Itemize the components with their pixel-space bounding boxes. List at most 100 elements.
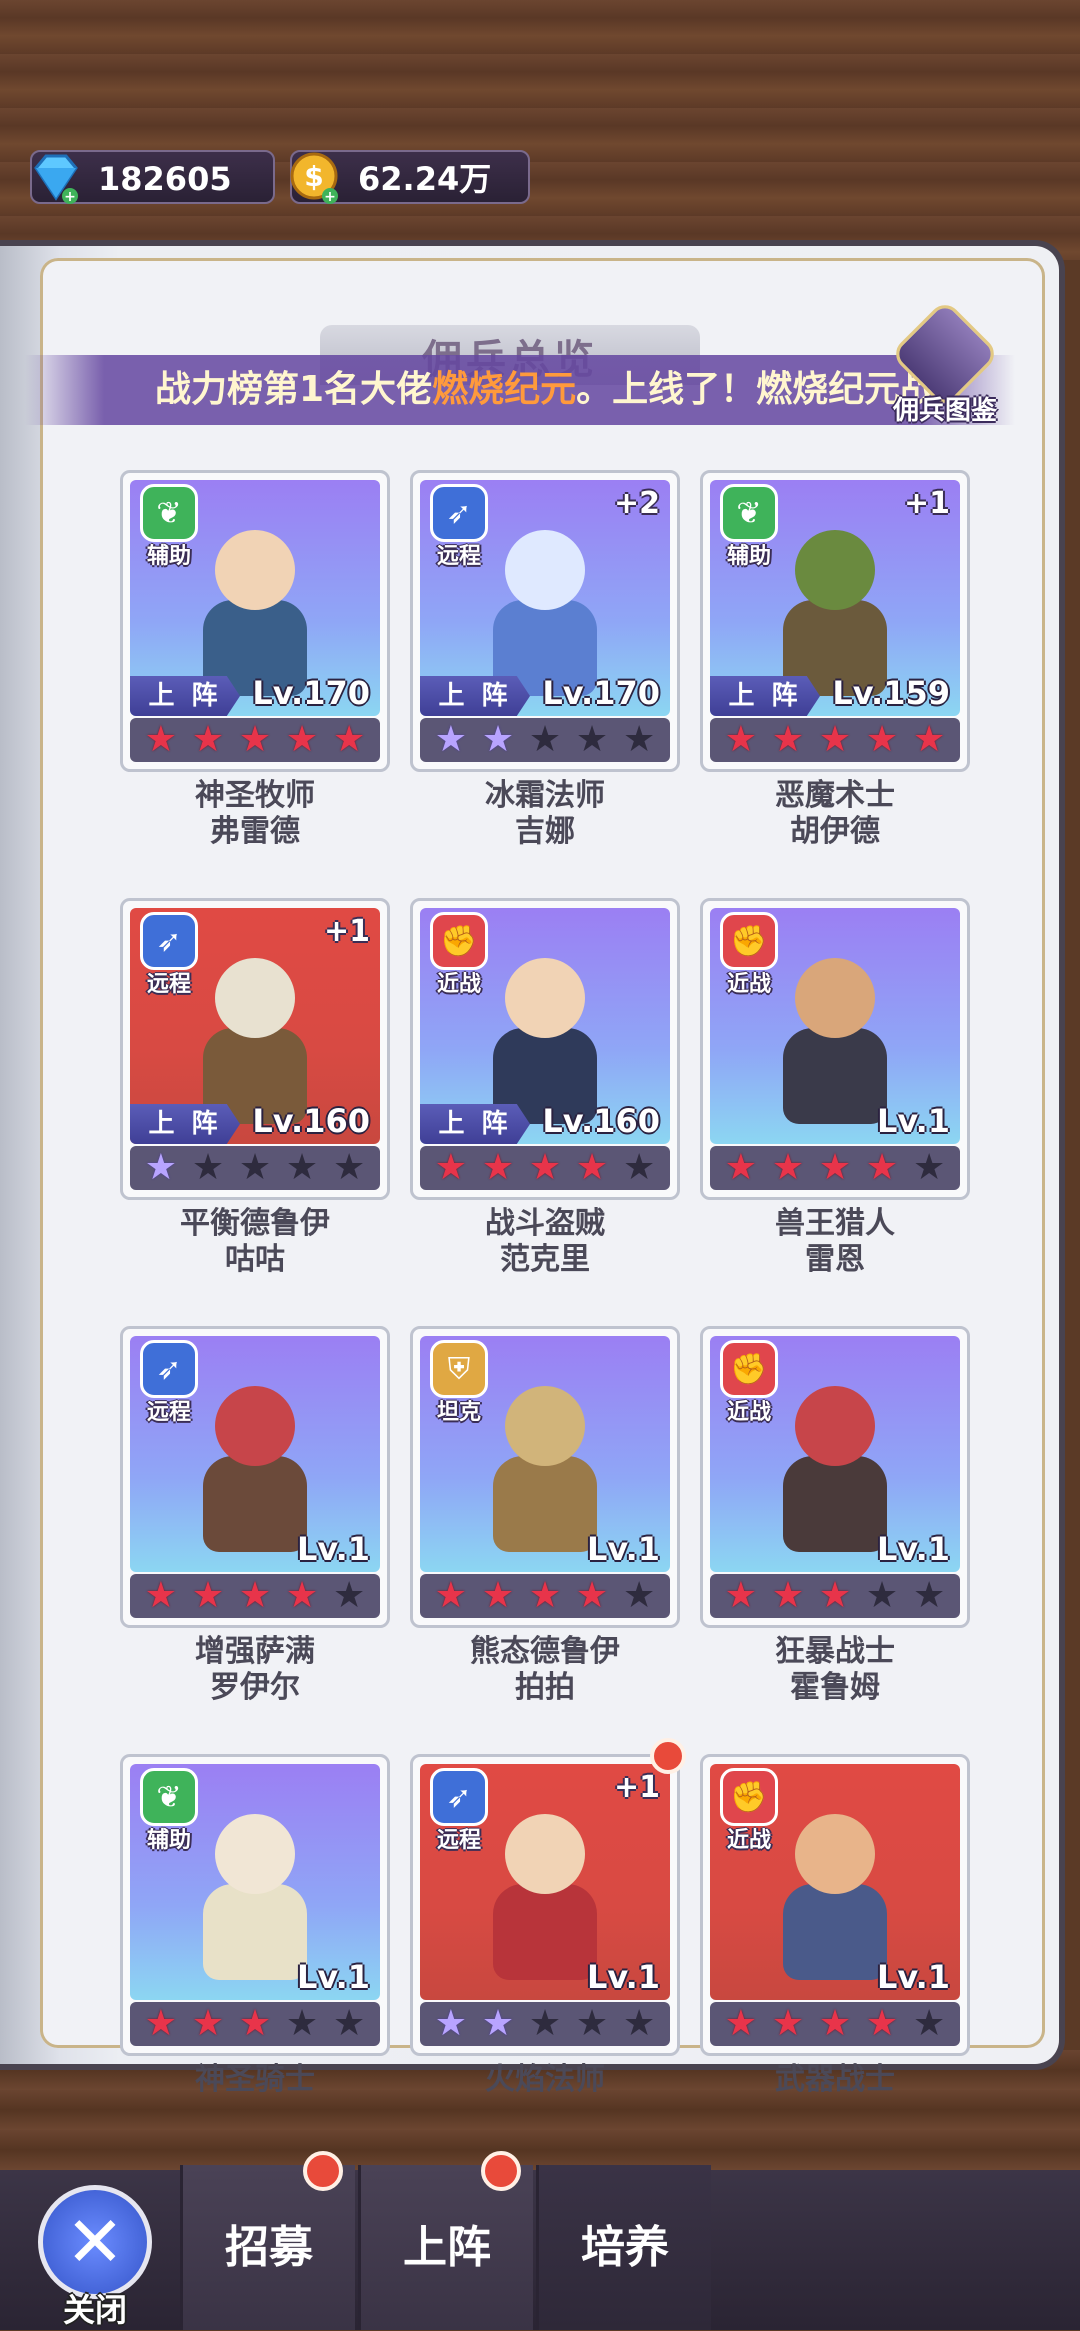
role-badge: ⛨ 坦克 (424, 1340, 494, 1426)
star-icon: ★ (771, 719, 805, 760)
star-icon: ★ (912, 719, 946, 760)
tab-recruit[interactable]: 招募 (180, 2151, 355, 2330)
star-icon: ★ (818, 1575, 852, 1616)
hero-card[interactable]: ✊ 近战 上 阵 Lv.160 ★ ★ ★ ★ ★ 战斗盗贼 范克里 (410, 898, 680, 1278)
svg-text:$: $ (304, 160, 323, 193)
star-icon: ★ (191, 1147, 225, 1188)
hero-card-frame: ➶ 远程 Lv.1 ★ ★ ★ ★ ★ (120, 1326, 390, 1628)
star-icon: ★ (818, 1147, 852, 1188)
close-button[interactable]: ✕ 关闭 (30, 2185, 160, 2329)
hero-name: 狂暴战士 霍鲁姆 (700, 1634, 970, 1706)
hero-card[interactable]: ➶ 远程 +1 Lv.1 ★ ★ ★ ★ ★ 火焰法师 (410, 1738, 686, 2098)
hero-plus-badge: +1 (323, 914, 370, 949)
star-rating: ★ ★ ★ ★ ★ (710, 1574, 960, 1618)
star-icon: ★ (481, 719, 515, 760)
role-badge: ❦ 辅助 (134, 484, 204, 570)
fist-icon: ✊ (430, 912, 488, 970)
star-rating: ★ ★ ★ ★ ★ (420, 1146, 670, 1190)
gold-counter[interactable]: $ + 62.24万 (290, 150, 530, 205)
star-icon: ★ (575, 719, 609, 760)
role-label: 辅助 (146, 1828, 191, 1853)
close-icon: ✕ (38, 2185, 152, 2299)
star-icon: ★ (238, 719, 272, 760)
diamond-icon: + (34, 154, 78, 205)
hero-portrait: ❦ 辅助 Lv.1 (130, 1764, 380, 2000)
star-icon: ★ (332, 1147, 366, 1188)
hero-body (493, 1884, 597, 1980)
hero-class-name: 神圣牧师 (195, 778, 315, 813)
hero-class-name: 平衡德鲁伊 (180, 1206, 330, 1241)
hero-card[interactable]: ⛨ 坦克 Lv.1 ★ ★ ★ ★ ★ 熊态德鲁伊 拍拍 (410, 1326, 680, 1706)
hero-grid: ❦ 辅助 上 阵 Lv.170 ★ ★ ★ ★ ★ 神圣牧师 弗雷德 ➶ 远程 +2 (120, 470, 980, 2098)
marquee-mid: 。上线了！ (576, 369, 757, 410)
deployed-tag: 上 阵 (130, 1104, 240, 1144)
hero-plus-badge: +1 (613, 1770, 660, 1805)
hero-portrait: ✊ 近战 上 阵 Lv.160 (420, 908, 670, 1144)
codex-button[interactable]: 佣兵图鉴 (880, 298, 1010, 435)
role-label: 远程 (146, 1400, 191, 1425)
tab-deploy[interactable]: 上阵 (358, 2151, 533, 2330)
marquee-player-name: 燃烧纪元 (432, 369, 577, 410)
star-icon: ★ (434, 719, 468, 760)
star-icon: ★ (575, 2003, 609, 2044)
hero-portrait: ⛨ 坦克 Lv.1 (420, 1336, 670, 1572)
star-icon: ★ (434, 1575, 468, 1616)
star-icon: ★ (191, 2003, 225, 2044)
hero-given-name: 咕咕 (225, 1242, 285, 1277)
star-icon: ★ (865, 719, 899, 760)
star-icon: ★ (818, 719, 852, 760)
hero-name: 神圣牧师 弗雷德 (120, 778, 390, 850)
hero-card[interactable]: ✊ 近战 Lv.1 ★ ★ ★ ★ ★ 兽王猎人 雷恩 (700, 898, 970, 1278)
notification-dot (650, 1738, 686, 1774)
hero-card[interactable]: ➶ 远程 +1 上 阵 Lv.160 ★ ★ ★ ★ ★ 平衡德鲁伊 咕咕 (120, 898, 390, 1278)
gold-coin-icon: $ + (290, 152, 338, 205)
gold-amount: 62.24万 (358, 160, 492, 198)
hero-card[interactable]: ➶ 远程 +2 上 阵 Lv.170 ★ ★ ★ ★ ★ 冰霜法师 吉娜 (410, 470, 680, 850)
hero-level: Lv.170 (542, 674, 660, 712)
svg-text:+: + (64, 189, 76, 205)
tab-recruit-label: 招募 (225, 2222, 313, 2273)
hero-card-frame: ✊ 近战 上 阵 Lv.160 ★ ★ ★ ★ ★ (410, 898, 680, 1200)
star-icon: ★ (865, 2003, 899, 2044)
hero-card[interactable]: ❦ 辅助 Lv.1 ★ ★ ★ ★ ★ 神圣骑士 (120, 1754, 390, 2098)
role-label: 远程 (146, 972, 191, 997)
svg-text:+: + (324, 189, 336, 205)
hero-level: Lv.170 (252, 674, 370, 712)
role-label: 远程 (436, 544, 481, 569)
role-label: 远程 (436, 1828, 481, 1853)
hero-card[interactable]: ✊ 近战 Lv.1 ★ ★ ★ ★ ★ 狂暴战士 霍鲁姆 (700, 1326, 970, 1706)
deployed-tag: 上 阵 (710, 676, 820, 716)
hero-card-frame: ❦ 辅助 上 阵 Lv.170 ★ ★ ★ ★ ★ (120, 470, 390, 772)
bow-icon: ➶ (430, 1768, 488, 1826)
tab-train[interactable]: 培养 (536, 2165, 711, 2330)
star-icon: ★ (332, 1575, 366, 1616)
hero-card[interactable]: ❦ 辅助 上 阵 Lv.170 ★ ★ ★ ★ ★ 神圣牧师 弗雷德 (120, 470, 390, 850)
star-icon: ★ (724, 1575, 758, 1616)
hero-head (505, 1386, 585, 1466)
star-icon: ★ (575, 1147, 609, 1188)
role-label: 近战 (436, 972, 481, 997)
hero-portrait: ✊ 近战 Lv.1 (710, 908, 960, 1144)
role-badge: ✊ 近战 (714, 1340, 784, 1426)
hero-portrait: ➶ 远程 +1 Lv.1 (420, 1764, 670, 2000)
fist-icon: ✊ (720, 1768, 778, 1826)
hero-body (203, 1884, 307, 1980)
hero-level: Lv.160 (252, 1102, 370, 1140)
hero-card[interactable]: ✊ 近战 Lv.1 ★ ★ ★ ★ ★ 武器战士 (700, 1754, 970, 2098)
gem-counter[interactable]: + 182605 (30, 150, 275, 205)
hero-body (783, 1884, 887, 1980)
hero-portrait: ✊ 近战 Lv.1 (710, 1336, 960, 1572)
hero-class-name: 武器战士 (775, 2062, 895, 2097)
hero-name: 武器战士 (700, 2062, 970, 2098)
star-icon: ★ (144, 1147, 178, 1188)
star-icon: ★ (285, 1147, 319, 1188)
role-label: 辅助 (726, 544, 771, 569)
fist-icon: ✊ (720, 1340, 778, 1398)
role-label: 坦克 (436, 1400, 481, 1425)
leaf-icon: ❦ (140, 1768, 198, 1826)
hero-card[interactable]: ➶ 远程 Lv.1 ★ ★ ★ ★ ★ 增强萨满 罗伊尔 (120, 1326, 390, 1706)
star-rating: ★ ★ ★ ★ ★ (710, 1146, 960, 1190)
hero-class-name: 战斗盗贼 (485, 1206, 605, 1241)
hero-card[interactable]: ❦ 辅助 +1 上 阵 Lv.159 ★ ★ ★ ★ ★ 恶魔术士 胡伊德 (700, 470, 970, 850)
hero-name: 恶魔术士 胡伊德 (700, 778, 970, 850)
